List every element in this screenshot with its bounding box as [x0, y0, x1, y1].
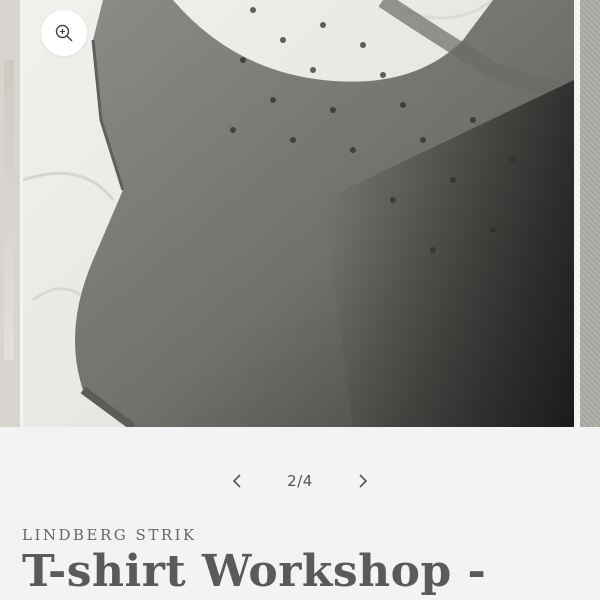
next-slide-button[interactable] [348, 466, 378, 496]
zoom-in-icon [55, 24, 73, 42]
chevron-right-icon [359, 474, 368, 488]
slide-counter: 2/4 [287, 472, 313, 490]
gallery-pagination: 2/4 [0, 464, 600, 498]
product-gallery [0, 0, 600, 427]
knitted-tshirt-photo [23, 0, 574, 427]
chevron-left-icon [232, 474, 241, 488]
product-title: T-shirt Workshop - [22, 546, 487, 597]
previous-slide-button[interactable] [222, 466, 252, 496]
product-vendor: LINDBERG STRIK [22, 526, 197, 544]
zoom-button[interactable] [41, 10, 87, 56]
product-image[interactable] [23, 0, 574, 427]
previous-slide-peek[interactable] [0, 0, 20, 427]
next-slide-peek[interactable] [580, 0, 600, 427]
